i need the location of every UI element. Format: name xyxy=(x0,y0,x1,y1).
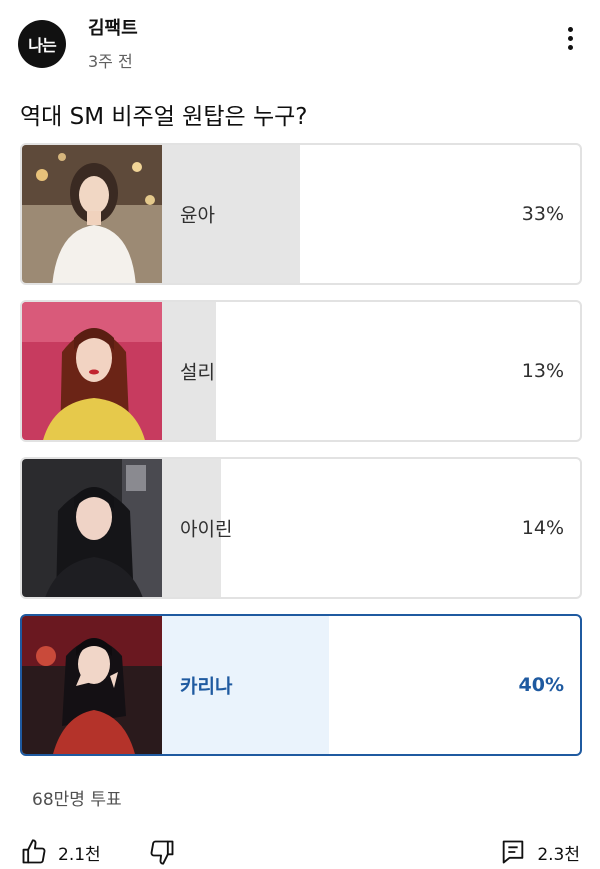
option-image-sulli xyxy=(22,302,162,440)
option-percent: 13% xyxy=(521,360,564,382)
option-label: 카리나 xyxy=(180,675,233,698)
poll-option-yoona[interactable]: 윤아 33% xyxy=(20,143,582,285)
total-votes: 68만명 투표 xyxy=(32,790,122,810)
channel-name[interactable]: 김팩트 xyxy=(88,14,138,40)
option-label: 설리 xyxy=(180,361,215,384)
like-button[interactable]: 2.1천 xyxy=(20,838,101,866)
option-label: 윤아 xyxy=(180,204,215,227)
poll-option-karina[interactable]: 카리나 40% xyxy=(20,614,582,756)
poll-options: 윤아 33% 설리 13% 아이린 14% 카리나 40% xyxy=(20,143,582,771)
option-label: 아이린 xyxy=(180,518,233,541)
comment-count: 2.3천 xyxy=(537,844,580,865)
comment-icon xyxy=(503,840,524,864)
poll-option-irene[interactable]: 아이린 14% xyxy=(20,457,582,599)
like-count: 2.1천 xyxy=(58,844,101,865)
dislike-button[interactable] xyxy=(148,838,176,866)
channel-avatar[interactable]: 나는 xyxy=(18,20,66,68)
option-image-yoona xyxy=(22,145,162,283)
action-bar: 2.1천 2.3천 xyxy=(20,838,580,868)
thumbs-up-icon xyxy=(22,839,46,864)
option-percent: 40% xyxy=(518,674,564,696)
comments-button[interactable]: 2.3천 xyxy=(499,838,580,866)
option-percent: 33% xyxy=(521,203,564,225)
option-image-irene xyxy=(22,459,162,597)
poll-option-sulli[interactable]: 설리 13% xyxy=(20,300,582,442)
post-time: 3주 전 xyxy=(88,52,133,71)
thumbs-down-icon xyxy=(150,840,174,865)
more-vert-icon[interactable] xyxy=(558,22,582,54)
option-image-karina xyxy=(22,616,162,754)
post-header: 나는 김팩트 3주 전 xyxy=(18,8,588,72)
option-percent: 14% xyxy=(521,517,564,539)
poll-question: 역대 SM 비주얼 원탑은 누구? xyxy=(20,104,308,130)
